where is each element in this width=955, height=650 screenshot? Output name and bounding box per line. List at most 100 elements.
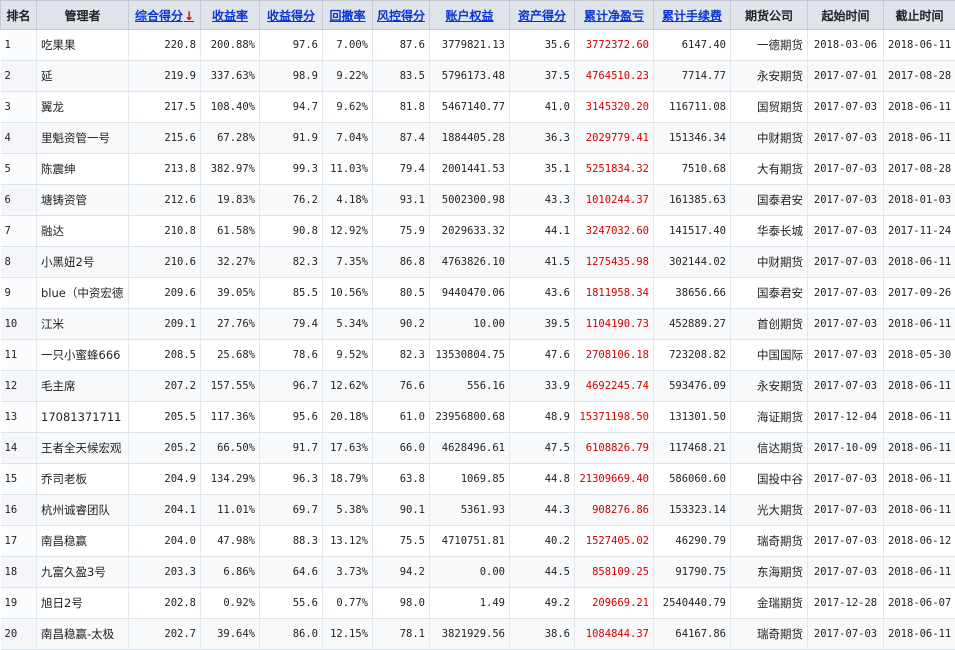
table-row[interactable]: 19旭日2号202.80.92%55.60.77%98.01.4949.2209… <box>1 588 955 619</box>
header-asset-score[interactable]: 资产得分 <box>510 1 575 30</box>
table-row[interactable]: 4里魁资管一号215.667.28%91.97.04%87.41884405.2… <box>1 123 955 154</box>
header-risk-score-label: 风控得分 <box>377 9 425 23</box>
cell-net-profit: 1811958.34 <box>575 278 654 309</box>
table-row[interactable]: 7融达210.861.58%90.812.92%75.92029633.3244… <box>1 216 955 247</box>
cell-return-rate: 39.64% <box>201 619 260 650</box>
cell-total-score: 209.6 <box>129 278 201 309</box>
cell-total-fees: 131301.50 <box>654 402 731 433</box>
cell-end-date: 2017-09-26 <box>884 278 955 309</box>
cell-net-profit: 1084844.37 <box>575 619 654 650</box>
table-row[interactable]: 14王者全天候宏观205.266.50%91.717.63%66.0462849… <box>1 433 955 464</box>
header-equity[interactable]: 账户权益 <box>430 1 510 30</box>
cell-return-rate: 67.28% <box>201 123 260 154</box>
cell-asset-score: 35.1 <box>510 154 575 185</box>
header-return-rate[interactable]: 收益率 <box>201 1 260 30</box>
cell-start-date: 2017-07-03 <box>808 495 884 526</box>
cell-end-date: 2018-01-03 <box>884 185 955 216</box>
table-row[interactable]: 8小黑妞2号210.632.27%82.37.35%86.84763826.10… <box>1 247 955 278</box>
header-drawdown-label: 回撤率 <box>329 9 365 23</box>
cell-net-profit: 6108826.79 <box>575 433 654 464</box>
cell-manager-name: 陈震绅 <box>37 154 129 185</box>
cell-asset-score: 47.6 <box>510 340 575 371</box>
cell-risk-score: 79.4 <box>373 154 430 185</box>
table-row[interactable]: 15乔司老板204.9134.29%96.318.79%63.81069.854… <box>1 464 955 495</box>
header-return-rate-label: 收益率 <box>212 9 248 23</box>
cell-asset-score: 44.3 <box>510 495 575 526</box>
header-fees[interactable]: 累计手续费 <box>654 1 731 30</box>
table-row[interactable]: 20南昌稳赢-太极202.739.64%86.012.15%78.1382192… <box>1 619 955 650</box>
cell-asset-score: 39.5 <box>510 309 575 340</box>
header-return-score[interactable]: 收益得分 <box>260 1 323 30</box>
table-row[interactable]: 9blue（中资宏德209.639.05%85.510.56%80.594404… <box>1 278 955 309</box>
cell-rank: 10 <box>1 309 37 340</box>
cell-drawdown-rate: 10.56% <box>323 278 373 309</box>
cell-total-fees: 161385.63 <box>654 185 731 216</box>
table-row[interactable]: 10江米209.127.76%79.45.34%90.210.0039.5110… <box>1 309 955 340</box>
header-fees-label: 累计手续费 <box>662 9 722 23</box>
ranking-table: 排名 管理者 综合得分↓ 收益率收益得分回撤率风控得分 账户权益 资产得分累计净盈亏累计手… <box>0 0 955 650</box>
cell-end-date: 2018-06-11 <box>884 402 955 433</box>
cell-risk-score: 87.4 <box>373 123 430 154</box>
table-row[interactable]: 18九富久盈3号203.36.86%64.63.73%94.20.0044.58… <box>1 557 955 588</box>
cell-account-equity: 2029633.32 <box>430 216 510 247</box>
table-row[interactable]: 5陈震绅213.8382.97%99.311.03%79.42001441.53… <box>1 154 955 185</box>
cell-futures-company: 瑞奇期货 <box>731 619 808 650</box>
cell-return-rate: 117.36% <box>201 402 260 433</box>
cell-total-fees: 7714.77 <box>654 61 731 92</box>
cell-manager-name: 17081371711 <box>37 402 129 433</box>
cell-rank: 5 <box>1 154 37 185</box>
cell-end-date: 2018-06-11 <box>884 92 955 123</box>
cell-net-profit: 21309669.40 <box>575 464 654 495</box>
cell-total-score: 220.8 <box>129 30 201 61</box>
cell-drawdown-rate: 5.34% <box>323 309 373 340</box>
cell-total-fees: 141517.40 <box>654 216 731 247</box>
cell-asset-score: 38.6 <box>510 619 575 650</box>
header-net-profit[interactable]: 累计净盈亏 <box>575 1 654 30</box>
cell-total-score: 205.2 <box>129 433 201 464</box>
cell-account-equity: 1069.85 <box>430 464 510 495</box>
table-row[interactable]: 1吃果果220.8200.88%97.67.00%87.63779821.133… <box>1 30 955 61</box>
cell-end-date: 2018-06-11 <box>884 557 955 588</box>
header-equity-label: 账户权益 <box>445 9 493 23</box>
cell-net-profit: 908276.86 <box>575 495 654 526</box>
cell-return-score: 95.6 <box>260 402 323 433</box>
cell-manager-name: 里魁资管一号 <box>37 123 129 154</box>
table-row[interactable]: 16杭州诚睿团队204.111.01%69.75.38%90.15361.934… <box>1 495 955 526</box>
header-total-score[interactable]: 综合得分↓ <box>129 1 201 30</box>
table-row[interactable]: 12毛主席207.2157.55%96.712.62%76.6556.1633.… <box>1 371 955 402</box>
table-row[interactable]: 6塘铸资管212.619.83%76.24.18%93.15002300.984… <box>1 185 955 216</box>
sort-desc-arrow-icon: ↓ <box>184 9 194 23</box>
cell-return-score: 78.6 <box>260 340 323 371</box>
cell-drawdown-rate: 12.15% <box>323 619 373 650</box>
header-total-score-label: 综合得分 <box>135 9 183 23</box>
cell-futures-company: 海证期货 <box>731 402 808 433</box>
cell-start-date: 2018-03-06 <box>808 30 884 61</box>
header-rank-label: 排名 <box>6 9 30 23</box>
cell-total-fees: 117468.21 <box>654 433 731 464</box>
cell-total-fees: 116711.08 <box>654 92 731 123</box>
cell-drawdown-rate: 7.00% <box>323 30 373 61</box>
table-row[interactable]: 1317081371711205.5117.36%95.620.18%61.02… <box>1 402 955 433</box>
cell-return-score: 86.0 <box>260 619 323 650</box>
header-manager-label: 管理者 <box>64 9 100 23</box>
header-risk-score[interactable]: 风控得分 <box>373 1 430 30</box>
table-row[interactable]: 3翼龙217.5108.40%94.79.62%81.85467140.7741… <box>1 92 955 123</box>
cell-total-score: 210.6 <box>129 247 201 278</box>
cell-return-score: 85.5 <box>260 278 323 309</box>
cell-net-profit: 209669.21 <box>575 588 654 619</box>
cell-total-fees: 7510.68 <box>654 154 731 185</box>
cell-manager-name: 南昌稳赢-太极 <box>37 619 129 650</box>
cell-risk-score: 93.1 <box>373 185 430 216</box>
cell-asset-score: 49.2 <box>510 588 575 619</box>
cell-futures-company: 瑞奇期货 <box>731 526 808 557</box>
cell-futures-company: 国泰君安 <box>731 185 808 216</box>
header-drawdown[interactable]: 回撤率 <box>323 1 373 30</box>
cell-risk-score: 75.9 <box>373 216 430 247</box>
cell-manager-name: 毛主席 <box>37 371 129 402</box>
table-row[interactable]: 11一只小蜜蜂666208.525.68%78.69.52%82.3135308… <box>1 340 955 371</box>
table-row[interactable]: 17南昌稳赢204.047.98%88.313.12%75.54710751.8… <box>1 526 955 557</box>
table-row[interactable]: 2延219.9337.63%98.99.22%83.55796173.4837.… <box>1 61 955 92</box>
cell-asset-score: 44.5 <box>510 557 575 588</box>
header-manager: 管理者 <box>37 1 129 30</box>
cell-return-score: 79.4 <box>260 309 323 340</box>
